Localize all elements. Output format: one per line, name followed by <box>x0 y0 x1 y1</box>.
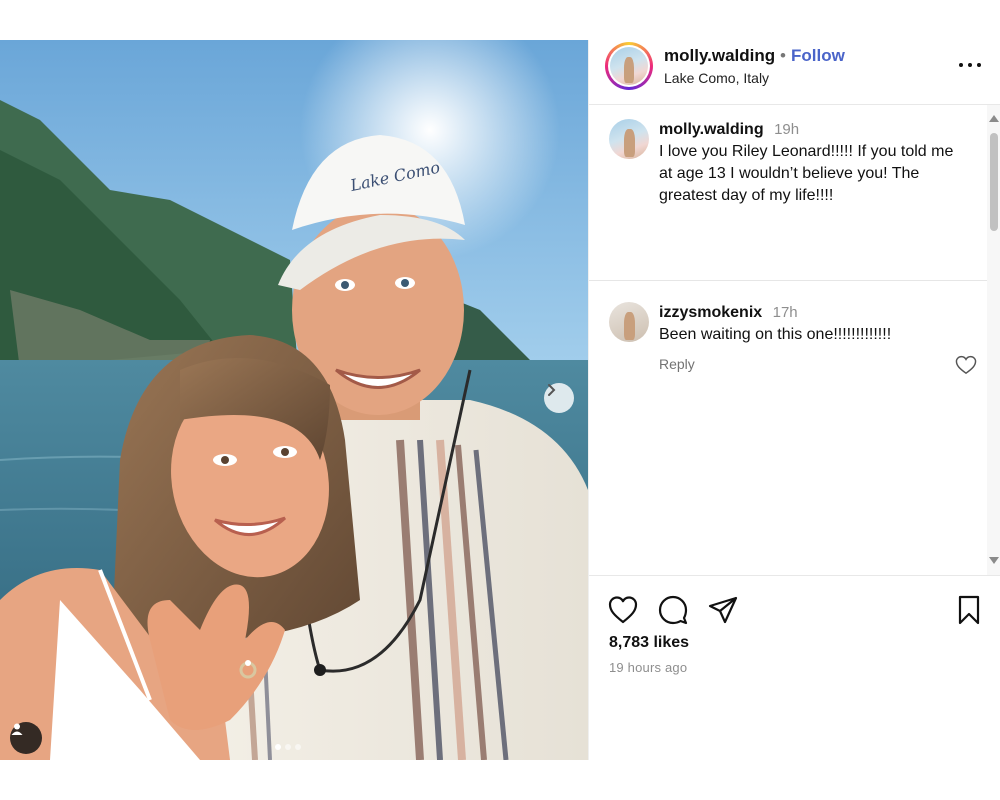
comment-icon[interactable] <box>657 594 689 626</box>
actions-bar: 8,783 likes 19 hours ago <box>589 575 1000 761</box>
carousel-dot <box>285 744 291 750</box>
location-link[interactable]: Lake Como, Italy <box>664 70 769 86</box>
next-photo-button[interactable] <box>544 383 574 413</box>
comments-scrollbar[interactable] <box>987 105 1000 575</box>
post-photo[interactable]: Lake Como <box>0 40 588 760</box>
post-time-ago[interactable]: 19 hours ago <box>609 660 687 675</box>
likes-count[interactable]: 8,783 likes <box>609 634 689 652</box>
scroll-down-arrow[interactable] <box>989 557 999 564</box>
reply-button[interactable]: Reply <box>659 356 949 372</box>
comment-text: I love you Riley Leonard!!!!! If you tol… <box>659 143 954 204</box>
chevron-right-icon <box>548 384 556 396</box>
like-comment-heart-icon[interactable] <box>955 355 977 375</box>
avatar[interactable] <box>609 119 649 159</box>
scroll-up-arrow[interactable] <box>989 115 999 122</box>
comment-time[interactable]: 19h <box>774 121 799 138</box>
bookmark-icon[interactable] <box>953 594 985 626</box>
avatar-image <box>610 47 648 85</box>
post-panel: molly.walding • Follow Lake Como, Italy … <box>588 40 1000 760</box>
share-icon[interactable] <box>707 594 739 626</box>
carousel-indicator <box>275 744 301 750</box>
avatar[interactable] <box>609 302 649 342</box>
avatar[interactable] <box>605 42 653 90</box>
comment-text: Been waiting on this one!!!!!!!!!!!!! <box>659 326 892 343</box>
follow-button[interactable]: Follow <box>791 46 845 66</box>
author-username[interactable]: molly.walding <box>664 46 775 66</box>
tagged-users-button[interactable] <box>10 722 42 754</box>
carousel-dot <box>275 744 281 750</box>
instagram-post: Lake Como molly.walding • Follow Lake Co… <box>0 40 1000 760</box>
post-header: molly.walding • Follow Lake Como, Italy <box>589 40 1000 105</box>
comment-username[interactable]: izzysmokenix <box>659 304 762 321</box>
comment-time[interactable]: 17h <box>773 304 798 321</box>
divider <box>589 280 987 281</box>
photo-scene: Lake Como <box>0 40 588 760</box>
user-icon <box>11 723 23 735</box>
scroll-thumb[interactable] <box>990 133 998 231</box>
more-options-icon[interactable] <box>956 54 984 74</box>
comment-username[interactable]: molly.walding <box>659 121 764 138</box>
carousel-dot <box>295 744 301 750</box>
separator: • <box>780 46 786 65</box>
heart-icon[interactable] <box>607 594 639 626</box>
comments-section: molly.walding 19h I love you Riley Leona… <box>589 105 1000 575</box>
